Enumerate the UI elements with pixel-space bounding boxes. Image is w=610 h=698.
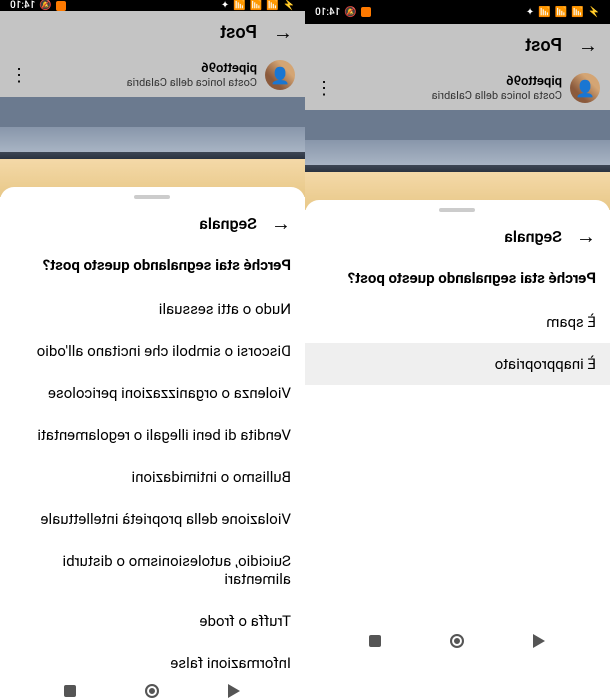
- post-image: [0, 97, 305, 197]
- report-option[interactable]: È inappropriato: [305, 343, 610, 385]
- report-sheet: ← Segnala Perché stai segnalando questo …: [305, 200, 610, 621]
- sheet-back-icon[interactable]: ←: [576, 224, 596, 249]
- battery-icon: ⚡: [283, 0, 295, 11]
- signal-icon: 📶: [555, 7, 567, 18]
- options-list-right: Nudo o atti sessualiDiscorsi o simboli c…: [0, 288, 305, 684]
- screen-left: ⚡ 📶 📶 📶 ✦ 🔕 14:10 ← Post 👤 pipetto96 Cos…: [305, 0, 610, 661]
- nav-bar: [0, 684, 305, 698]
- options-list-left: È spamÈ inappropriato: [305, 301, 610, 621]
- report-option[interactable]: Nudo o atti sessuali: [0, 288, 305, 330]
- nav-recent-icon[interactable]: [65, 685, 77, 697]
- battery-icon: ⚡: [588, 7, 600, 18]
- sheet-title: Segnala: [14, 214, 257, 233]
- post-title: Post: [12, 22, 257, 43]
- volte-icon: ✦: [526, 7, 534, 18]
- nav-home-icon[interactable]: [146, 684, 160, 698]
- post-header: ← Post: [305, 24, 610, 66]
- status-bar: ⚡ 📶 📶 📶 ✦ 🔕 14:10: [0, 0, 305, 11]
- dimmed-backdrop: ← Post 👤 pipetto96 Costa Ionica della Ca…: [305, 24, 610, 210]
- nav-home-icon[interactable]: [451, 634, 465, 648]
- status-bar: ⚡ 📶 📶 📶 ✦ 🔕 14:10: [305, 0, 610, 24]
- username: pipetto96: [36, 61, 257, 76]
- wifi-icon: 📶: [266, 0, 278, 11]
- drag-handle[interactable]: [135, 195, 171, 199]
- report-question: Perché stai segnalando questo post?: [0, 248, 305, 288]
- sheet-title: Segnala: [319, 227, 562, 246]
- drag-handle[interactable]: [440, 208, 476, 212]
- report-option[interactable]: Discorsi o simboli che incitano all'odio: [0, 330, 305, 372]
- nav-back-icon[interactable]: [534, 634, 546, 648]
- report-sheet: ← Segnala Perché stai segnalando questo …: [0, 187, 305, 684]
- wifi-icon: 📶: [571, 7, 583, 18]
- report-option[interactable]: Violenza o organizzazioni pericolose: [0, 372, 305, 414]
- screen-right: ⚡ 📶 📶 📶 ✦ 🔕 14:10 ← Post 👤 pipetto96 Cos…: [0, 0, 305, 661]
- recording-indicator: [56, 1, 66, 11]
- more-icon[interactable]: ⋮: [10, 65, 28, 86]
- report-option[interactable]: Vendita di beni illegali o regolamentati: [0, 414, 305, 456]
- post-title: Post: [317, 35, 562, 56]
- avatar[interactable]: 👤: [265, 60, 295, 90]
- report-question: Perché stai segnalando questo post?: [305, 261, 610, 301]
- location: Costa Ionica della Calabria: [36, 76, 257, 89]
- signal2-icon: 📶: [538, 7, 550, 18]
- signal-icon: 📶: [250, 0, 262, 11]
- dnd-icon: 🔕: [344, 7, 356, 18]
- report-option[interactable]: Violazione della proprietà intellettuale: [0, 498, 305, 540]
- nav-bar: [305, 621, 610, 661]
- report-option[interactable]: Suicidio, autolesionismo o disturbi alim…: [0, 540, 305, 600]
- post-header: ← Post: [0, 11, 305, 53]
- volte-icon: ✦: [221, 0, 229, 11]
- signal2-icon: 📶: [233, 0, 245, 11]
- report-option[interactable]: Informazioni false: [0, 642, 305, 684]
- back-arrow-icon[interactable]: ←: [578, 33, 598, 58]
- clock: 14:10: [315, 7, 340, 18]
- nav-recent-icon[interactable]: [370, 635, 382, 647]
- report-option[interactable]: Bullismo o intimidazioni: [0, 456, 305, 498]
- dimmed-backdrop: ← Post 👤 pipetto96 Costa Ionica della Ca…: [0, 11, 305, 197]
- clock: 14:10: [10, 0, 35, 11]
- location: Costa Ionica della Calabria: [341, 89, 562, 102]
- report-option[interactable]: È spam: [305, 301, 610, 343]
- post-image: [305, 110, 610, 210]
- back-arrow-icon[interactable]: ←: [273, 20, 293, 45]
- username: pipetto96: [341, 74, 562, 89]
- avatar[interactable]: 👤: [570, 73, 600, 103]
- recording-indicator: [361, 7, 371, 17]
- user-row[interactable]: 👤 pipetto96 Costa Ionica della Calabria …: [305, 66, 610, 110]
- report-option[interactable]: Truffa o frode: [0, 600, 305, 642]
- more-icon[interactable]: ⋮: [315, 78, 333, 99]
- sheet-back-icon[interactable]: ←: [271, 211, 291, 236]
- user-row[interactable]: 👤 pipetto96 Costa Ionica della Calabria …: [0, 53, 305, 97]
- dnd-icon: 🔕: [39, 0, 51, 11]
- nav-back-icon[interactable]: [229, 684, 241, 698]
